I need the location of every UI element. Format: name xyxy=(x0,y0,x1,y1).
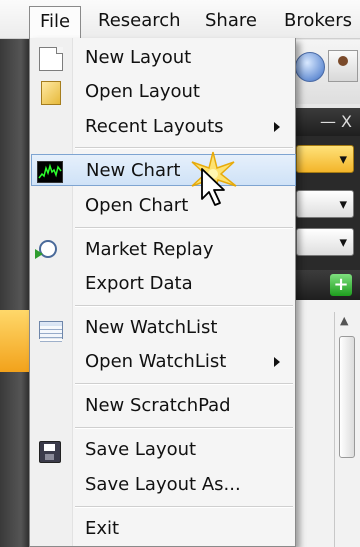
dropdown-3[interactable]: ▾ xyxy=(296,228,354,256)
menu-item-open-layout[interactable]: Open Layout xyxy=(31,76,294,108)
menu-share[interactable]: Share xyxy=(205,10,257,31)
menu-research[interactable]: Research xyxy=(98,10,181,31)
menu-item-open-chart[interactable]: Open Chart xyxy=(31,190,294,222)
dropdown-2[interactable]: ▾ xyxy=(296,190,354,218)
menu-item-recent-layouts[interactable]: Recent Layouts xyxy=(31,111,294,143)
menu-item-label: Open WatchList xyxy=(85,351,227,372)
left-panel-strip xyxy=(0,38,30,547)
person-icon[interactable] xyxy=(328,50,358,82)
file-menu: New Layout Open Layout Recent Layouts Ne… xyxy=(29,38,296,547)
menu-brokers[interactable]: Brokers xyxy=(284,10,352,31)
table-icon xyxy=(39,321,63,342)
chevron-down-icon: ▾ xyxy=(339,150,347,168)
menu-separator xyxy=(75,147,293,149)
menu-item-export-data[interactable]: Export Data xyxy=(31,268,294,300)
save-icon xyxy=(39,441,61,463)
menu-item-label: Market Replay xyxy=(85,239,214,260)
menu-item-label: Recent Layouts xyxy=(85,116,224,137)
menu-item-label: Save Layout As... xyxy=(85,474,241,495)
menu-item-label: Save Layout xyxy=(85,439,197,460)
menu-item-label: Open Layout xyxy=(85,81,200,102)
menu-item-new-scratchpad[interactable]: New ScratchPad xyxy=(31,390,294,422)
left-panel-selected-row[interactable] xyxy=(0,310,31,372)
submenu-arrow-icon xyxy=(274,122,280,132)
chevron-down-icon: ▾ xyxy=(339,195,347,213)
menu-item-label: Exit xyxy=(85,518,120,539)
dropdown-1[interactable]: ▾ xyxy=(296,145,354,173)
menu-item-label: New Layout xyxy=(85,47,192,68)
scrollbar-thumb[interactable] xyxy=(339,336,355,458)
globe-icon[interactable] xyxy=(295,52,325,82)
menu-item-open-watchlist[interactable]: Open WatchList xyxy=(31,346,294,378)
menu-item-new-layout[interactable]: New Layout xyxy=(31,42,294,74)
menu-separator xyxy=(75,427,293,429)
menu-file[interactable]: File xyxy=(29,6,81,39)
menu-item-save-layout-as[interactable]: Save Layout As... xyxy=(31,469,294,501)
menu-item-label: Open Chart xyxy=(85,195,189,216)
scroll-up-icon[interactable]: ▲ xyxy=(340,314,348,327)
panel-titlebar-controls[interactable]: — X xyxy=(296,108,360,136)
chart-icon xyxy=(37,161,63,183)
chevron-down-icon: ▾ xyxy=(339,233,347,251)
menu-item-new-watchlist[interactable]: New WatchList xyxy=(31,312,294,344)
menu-item-new-chart[interactable]: New Chart xyxy=(31,154,296,186)
menu-item-label: New Chart xyxy=(86,160,181,181)
add-icon[interactable]: + xyxy=(330,274,352,296)
menu-item-exit[interactable]: Exit xyxy=(31,513,294,545)
menubar: File Research Share Brokers xyxy=(0,0,360,39)
mouse-cursor-icon xyxy=(201,168,225,206)
replay-icon xyxy=(35,240,57,259)
menu-separator xyxy=(75,305,293,307)
submenu-arrow-icon xyxy=(274,357,280,367)
menu-item-label: New WatchList xyxy=(85,317,218,338)
menu-separator xyxy=(75,506,293,508)
menu-item-label: New ScratchPad xyxy=(85,395,231,416)
menu-item-save-layout[interactable]: Save Layout xyxy=(31,434,294,466)
menu-item-market-replay[interactable]: Market Replay xyxy=(31,234,294,266)
menu-item-label: Export Data xyxy=(85,273,193,294)
folder-icon xyxy=(41,81,61,105)
menu-separator xyxy=(75,227,293,229)
menu-separator xyxy=(75,383,293,385)
new-page-icon xyxy=(39,47,63,71)
